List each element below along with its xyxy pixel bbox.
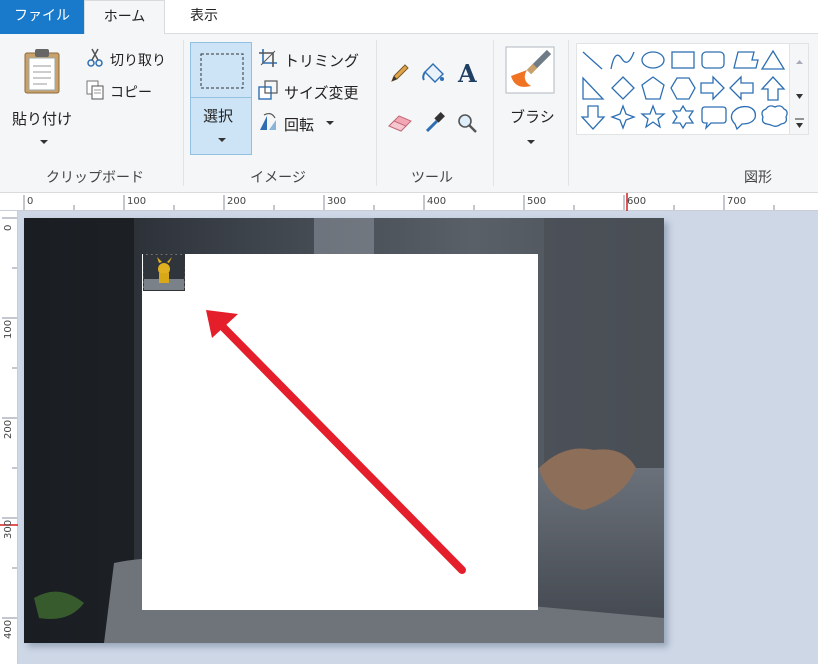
shape-cloud-callout: [761, 105, 788, 127]
ruler-label: 0: [3, 224, 14, 231]
ruler-label: 300: [3, 519, 14, 539]
ruler-label: 600: [627, 196, 647, 207]
shape-oval: [641, 51, 665, 69]
ruler-label: 400: [427, 196, 447, 207]
brush-label: ブラシ: [510, 108, 555, 126]
color-picker-icon[interactable]: [424, 110, 446, 134]
pencil-icon[interactable]: [389, 62, 411, 84]
ruler-label: 100: [127, 196, 147, 207]
resize-icon: [258, 80, 278, 100]
ruler-label: 100: [3, 319, 14, 339]
shape-rounded-rectangle: [701, 51, 725, 69]
gallery-scroll-icons: [795, 60, 804, 128]
select-button-divider: [191, 97, 251, 98]
thumbnail-image: [144, 255, 184, 290]
crop-button[interactable]: トリミング: [284, 50, 359, 71]
paste-label: 貼り付け: [12, 110, 73, 128]
resize-button[interactable]: サイズ変更: [284, 82, 359, 103]
rotate-button[interactable]: 回転: [284, 114, 314, 135]
ruler-label: 0: [27, 196, 34, 207]
horizontal-ruler-ticks: [23, 193, 775, 211]
gallery-expand-icon: [796, 123, 803, 128]
selected-thumbnail[interactable]: [143, 254, 185, 291]
text-icon[interactable]: A: [455, 60, 481, 86]
rotate-icon: [260, 112, 276, 130]
horizontal-ruler: 0 100 200 300 400 500 600 700: [0, 193, 818, 211]
ruler-label: 400: [3, 619, 14, 639]
brush-button[interactable]: ブラシ: [500, 42, 562, 154]
group-divider: [493, 40, 494, 186]
ruler-label: 300: [327, 196, 347, 207]
ribbon: 貼り付け 切り取り コピー クリップボード 選択 トリミング サイズ変更 回転 …: [0, 34, 818, 193]
red-arrow-annotation: [206, 310, 466, 574]
clipboard-icon: [24, 49, 60, 94]
shape-four-point-star: [610, 104, 636, 130]
chevron-down-icon: [40, 140, 48, 144]
ruler-label: 200: [227, 196, 247, 207]
crop-icon: [259, 49, 277, 67]
shape-rounded-rectangle-callout: [701, 106, 727, 130]
magnifier-icon[interactable]: [456, 112, 478, 134]
group-divider: [376, 40, 377, 186]
chevron-down-icon: [218, 138, 226, 142]
shape-diamond: [611, 76, 635, 100]
shape-hexagon: [670, 77, 696, 100]
shape-polygon: [733, 51, 759, 69]
svg-text:A: A: [457, 60, 477, 86]
tab-view[interactable]: 表示: [172, 0, 236, 34]
shapes-gallery-scrollbar[interactable]: [790, 43, 809, 135]
paste-button[interactable]: 貼り付け: [6, 40, 78, 144]
clipboard-group-label: クリップボード: [46, 170, 144, 186]
chevron-down-icon: [527, 140, 535, 144]
shape-up-arrow: [760, 76, 786, 101]
selection-rectangle-icon: [200, 53, 244, 89]
copy-icon: [86, 80, 104, 100]
brush-icon: [505, 46, 555, 94]
vertical-ruler: 0 100 200 300 400: [0, 211, 18, 664]
shape-six-point-star: [671, 104, 695, 130]
scissors-icon: [87, 48, 103, 67]
cut-button[interactable]: 切り取り: [110, 50, 166, 70]
ribbon-tab-bar: ファイル ホーム 表示: [0, 0, 818, 35]
group-divider: [183, 40, 184, 186]
image-group-label: イメージ: [250, 170, 306, 186]
shape-down-arrow: [580, 105, 606, 130]
select-button[interactable]: 選択: [190, 42, 252, 155]
shapes-gallery: [576, 43, 790, 135]
shape-line: [582, 51, 603, 70]
shape-rectangle: [671, 51, 695, 69]
shape-right-arrow: [700, 75, 725, 101]
shapes-gallery-grid: [580, 49, 788, 131]
ruler-label: 500: [527, 196, 547, 207]
tab-home[interactable]: ホーム: [84, 0, 165, 35]
scroll-up-icon: [796, 60, 803, 64]
shape-oval-callout: [730, 105, 757, 131]
shape-five-point-star: [640, 104, 666, 129]
copy-button[interactable]: コピー: [110, 82, 152, 102]
fill-bucket-icon[interactable]: [421, 62, 447, 84]
chevron-down-icon: [326, 121, 334, 125]
tab-file[interactable]: ファイル: [0, 0, 84, 34]
eraser-icon[interactable]: [387, 112, 413, 132]
shape-right-triangle: [582, 76, 605, 100]
group-divider: [568, 40, 569, 186]
shape-pentagon: [641, 76, 665, 100]
shapes-group-label: 図形: [744, 170, 772, 186]
scroll-down-icon: [796, 94, 803, 99]
shape-left-arrow: [729, 75, 754, 101]
select-label: 選択: [203, 107, 234, 125]
shape-curve: [610, 51, 635, 70]
ruler-label: 200: [3, 419, 14, 439]
tools-group-label: ツール: [411, 170, 453, 186]
ruler-label: 700: [727, 196, 747, 207]
shape-triangle: [760, 49, 786, 70]
